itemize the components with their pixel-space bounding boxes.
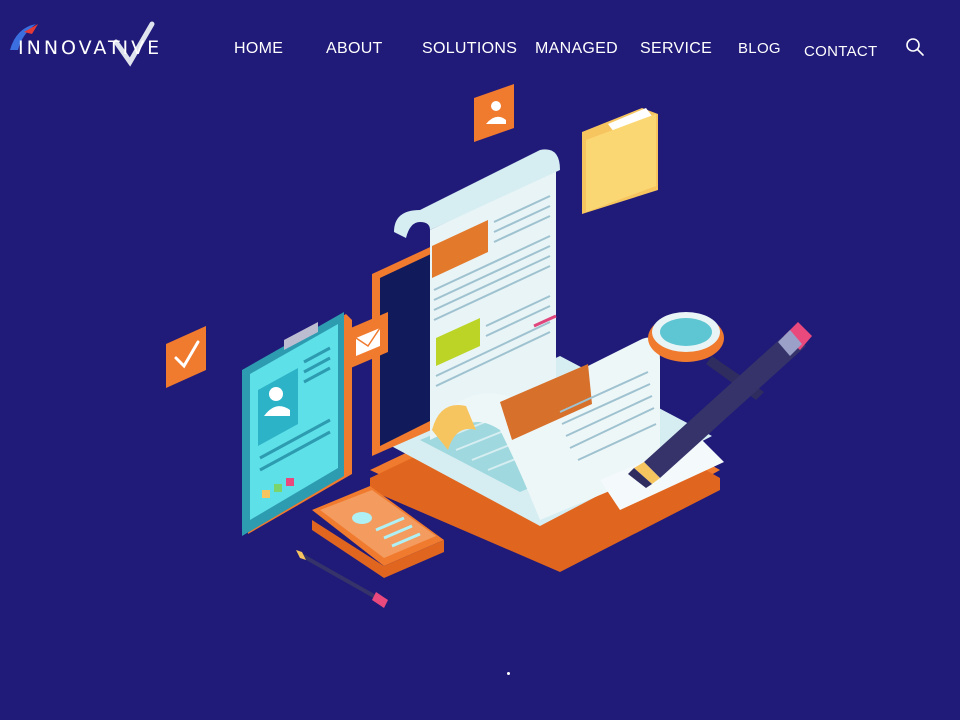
folder-icon: [582, 108, 658, 214]
page: INNOVATIVE HOME ABOUT SOLUTIONS MANAGED …: [0, 0, 960, 720]
nav-managed[interactable]: MANAGED: [535, 40, 618, 58]
nav-solutions[interactable]: SOLUTIONS: [422, 40, 517, 58]
search-icon[interactable]: [904, 36, 926, 58]
slider-dot[interactable]: [507, 672, 510, 675]
logo-text: INNOVATIVE: [18, 37, 163, 59]
nav-service[interactable]: SERVICE: [640, 40, 712, 58]
document-illustration: [166, 84, 812, 608]
nav-home[interactable]: HOME: [234, 40, 283, 58]
nav-about[interactable]: ABOUT: [326, 40, 383, 58]
nav-blog[interactable]: BLOG: [738, 40, 781, 57]
small-pencil-icon: [296, 550, 388, 608]
check-badge-icon: [166, 326, 206, 388]
nav-contact[interactable]: CONTACT: [804, 43, 877, 60]
site-logo[interactable]: INNOVATIVE: [6, 20, 170, 68]
user-badge-icon: [474, 84, 514, 142]
